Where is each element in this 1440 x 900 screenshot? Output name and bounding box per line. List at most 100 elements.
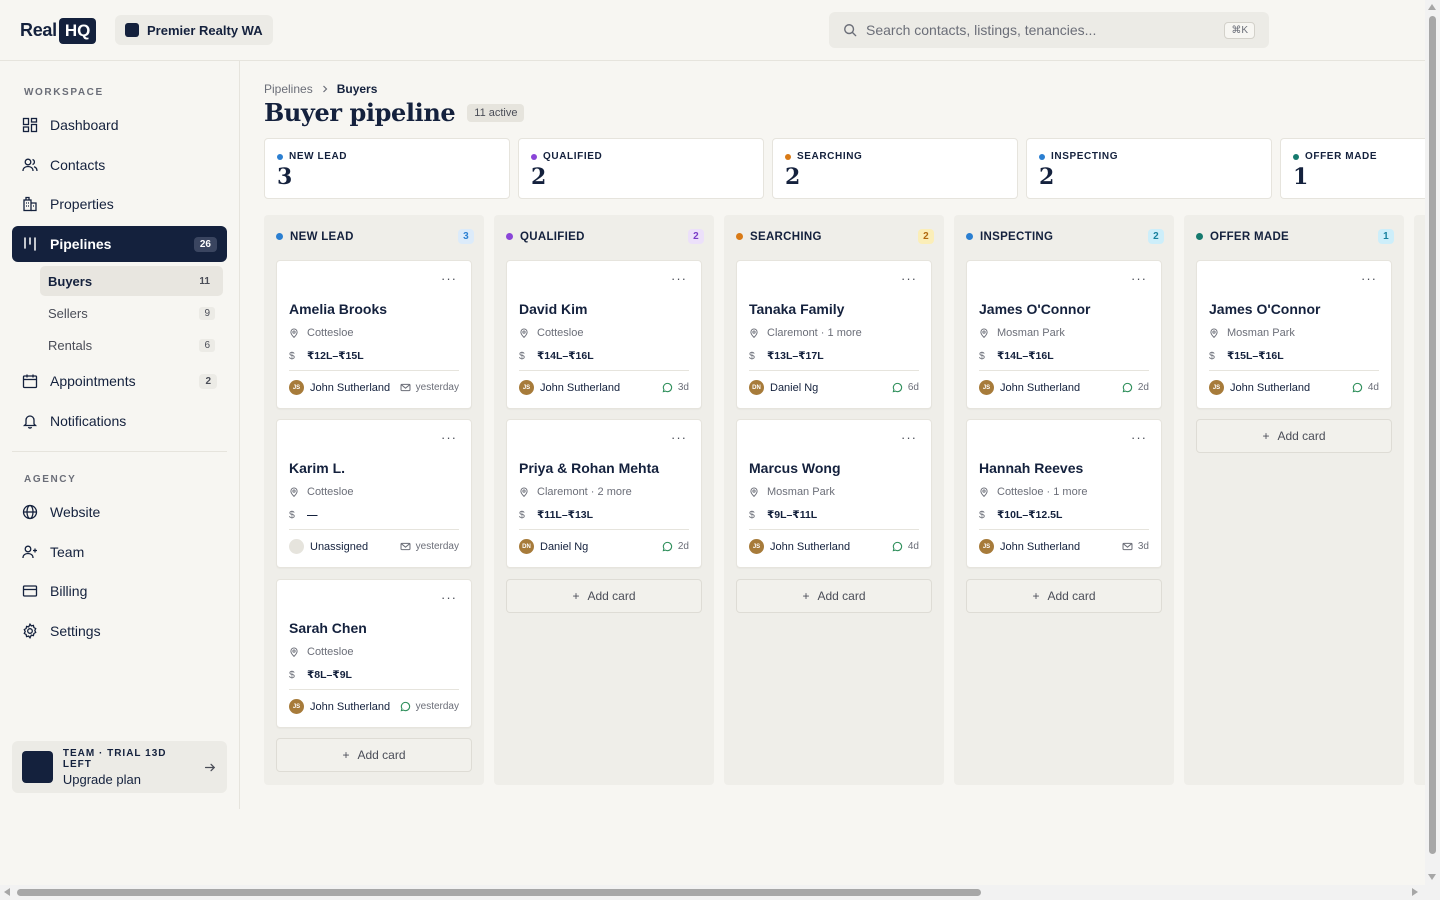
card-divider xyxy=(979,529,1149,530)
card-name: Sarah Chen xyxy=(289,620,367,636)
deal-card[interactable]: ··· James O'Connor Mosman Park $ ₹15L–₹16… xyxy=(1196,260,1392,409)
deal-card[interactable]: ··· Priya & Rohan Mehta Claremont · 2 mo… xyxy=(506,419,702,568)
card-price: ₹13L–₹17L xyxy=(767,350,824,362)
more-options-icon[interactable]: ··· xyxy=(901,431,917,444)
vertical-scroll-thumb[interactable] xyxy=(1429,16,1436,854)
upgrade-plan-label: Upgrade plan xyxy=(62,771,141,787)
sidebar-item-label: Team xyxy=(50,544,85,560)
deal-card[interactable]: ··· Tanaka Family Claremont · 1 more $ ₹1… xyxy=(736,260,932,409)
card-price: — xyxy=(307,509,318,521)
add-card-button[interactable]: + Add card xyxy=(966,579,1162,613)
dollar-icon: $ xyxy=(519,350,525,362)
card-last-activity: 4d xyxy=(907,541,919,552)
card-divider xyxy=(749,529,919,530)
sidebar-item-contacts[interactable]: Contacts xyxy=(12,147,227,183)
add-card-button[interactable]: + Add card xyxy=(736,579,932,613)
more-options-icon[interactable]: ··· xyxy=(671,431,687,444)
column-title: SEARCHING xyxy=(750,230,822,243)
arrow-right-icon xyxy=(205,763,216,771)
avatar: JS xyxy=(979,539,994,554)
deal-card[interactable]: ··· Marcus Wong Mosman Park $ ₹9L–₹11L JS… xyxy=(736,419,932,568)
add-card-button[interactable]: + Add card xyxy=(506,579,702,613)
more-options-icon[interactable]: ··· xyxy=(671,272,687,285)
vertical-scrollbar[interactable] xyxy=(1425,0,1440,886)
users-icon xyxy=(22,158,38,172)
stat-label: INSPECTING xyxy=(1051,151,1119,162)
card-agent: John Sutherland xyxy=(540,381,621,394)
search-bar[interactable]: ⌘K xyxy=(829,12,1269,48)
sidebar-item-billing[interactable]: Billing xyxy=(12,573,227,609)
logo[interactable]: Real HQ xyxy=(20,16,97,45)
sidebar-item-appointments[interactable]: Appointments 2 xyxy=(12,363,227,399)
card-last-activity: yesterday xyxy=(415,541,459,552)
sidebar-item-properties[interactable]: Properties xyxy=(12,186,227,222)
stat-searching[interactable]: SEARCHING 2 xyxy=(772,138,1018,199)
deal-card[interactable]: ··· David Kim Cottesloe $ ₹14L–₹16L JS Jo… xyxy=(506,260,702,409)
sidebar-subitem-rentals[interactable]: Rentals 6 xyxy=(40,330,223,360)
stat-offer-made[interactable]: OFFER MADE 1 xyxy=(1280,138,1425,199)
card-icon xyxy=(22,585,38,597)
stat-new-lead[interactable]: NEW LEAD 3 xyxy=(264,138,510,199)
more-options-icon[interactable]: ··· xyxy=(441,272,457,285)
org-icon xyxy=(125,23,139,37)
dollar-icon: $ xyxy=(289,509,295,521)
card-name: James O'Connor xyxy=(979,301,1091,317)
subitem-label: Sellers xyxy=(48,305,88,321)
sidebar: WORKSPACE Dashboard Contacts Properties … xyxy=(0,61,240,809)
sidebar-item-settings[interactable]: Settings xyxy=(12,613,227,649)
avatar xyxy=(289,539,304,554)
sidebar-subitem-sellers[interactable]: Sellers 9 xyxy=(40,298,223,328)
deal-card[interactable]: ··· Karim L. Cottesloe $ — Unassigned yes… xyxy=(276,419,472,568)
column-header: NEW LEAD 3 xyxy=(276,229,474,244)
scroll-down-icon[interactable] xyxy=(1428,874,1436,880)
logo-real: Real xyxy=(20,20,57,40)
card-name: Marcus Wong xyxy=(749,460,841,476)
sidebar-item-notifications[interactable]: Notifications xyxy=(12,403,227,439)
scroll-left-icon[interactable] xyxy=(4,888,10,896)
sidebar-item-pipelines[interactable]: Pipelines 26 xyxy=(12,226,227,262)
add-card-button[interactable]: + Add card xyxy=(276,738,472,772)
sidebar-item-label: Notifications xyxy=(50,413,127,429)
upgrade-plan-card[interactable]: TEAM · TRIAL 13D LEFT Upgrade plan xyxy=(12,741,227,793)
deal-card[interactable]: ··· Amelia Brooks Cottesloe $ ₹12L–₹15L J… xyxy=(276,260,472,409)
breadcrumb-pipelines[interactable]: Pipelines xyxy=(264,82,313,96)
card-name: David Kim xyxy=(519,301,588,317)
deal-card[interactable]: ··· James O'Connor Mosman Park $ ₹14L–₹16… xyxy=(966,260,1162,409)
add-card-button[interactable]: + Add card xyxy=(1196,419,1392,453)
more-options-icon[interactable]: ··· xyxy=(1131,272,1147,285)
sidebar-item-website[interactable]: Website xyxy=(12,494,227,530)
card-location: Cottesloe · 1 more xyxy=(997,486,1088,498)
column-header: QUALIFIED 2 xyxy=(506,229,704,244)
location-pin-icon xyxy=(980,328,988,338)
horizontal-scroll-thumb[interactable] xyxy=(17,889,981,896)
search-input[interactable] xyxy=(866,22,1216,38)
horizontal-scrollbar[interactable] xyxy=(0,885,1440,900)
deal-card[interactable]: ··· Hannah Reeves Cottesloe · 1 more $ ₹1… xyxy=(966,419,1162,568)
scroll-up-icon[interactable] xyxy=(1428,4,1436,10)
avatar: JS xyxy=(289,380,304,395)
more-options-icon[interactable]: ··· xyxy=(901,272,917,285)
stat-qualified[interactable]: QUALIFIED 2 xyxy=(518,138,764,199)
scroll-right-icon[interactable] xyxy=(1412,888,1418,896)
dollar-icon: $ xyxy=(749,350,755,362)
more-options-icon[interactable]: ··· xyxy=(1361,272,1377,285)
sidebar-subitem-buyers[interactable]: Buyers 11 xyxy=(40,266,223,296)
card-location: Claremont · 1 more xyxy=(767,327,862,339)
column-header: SEARCHING 2 xyxy=(736,229,934,244)
dollar-icon: $ xyxy=(1209,350,1215,362)
stat-value: 3 xyxy=(277,164,293,190)
sidebar-item-dashboard[interactable]: Dashboard xyxy=(12,107,227,143)
column-offer-made: OFFER MADE 1 ··· James O'Connor Mosman P… xyxy=(1184,215,1404,785)
more-options-icon[interactable]: ··· xyxy=(1131,431,1147,444)
card-price: ₹8L–₹9L xyxy=(307,669,352,681)
deal-card[interactable]: ··· Sarah Chen Cottesloe $ ₹8L–₹9L JS Joh… xyxy=(276,579,472,728)
column-new-lead: NEW LEAD 3 ··· Amelia Brooks Cottesloe $… xyxy=(264,215,484,785)
stat-inspecting[interactable]: INSPECTING 2 xyxy=(1026,138,1272,199)
sidebar-item-team[interactable]: Team xyxy=(12,534,227,570)
more-options-icon[interactable]: ··· xyxy=(441,591,457,604)
logo-hq: HQ xyxy=(58,17,97,44)
more-options-icon[interactable]: ··· xyxy=(441,431,457,444)
column-next-partial xyxy=(1414,215,1425,785)
card-last-activity: 4d xyxy=(1367,382,1379,393)
org-switcher[interactable]: Premier Realty WA xyxy=(115,15,273,45)
